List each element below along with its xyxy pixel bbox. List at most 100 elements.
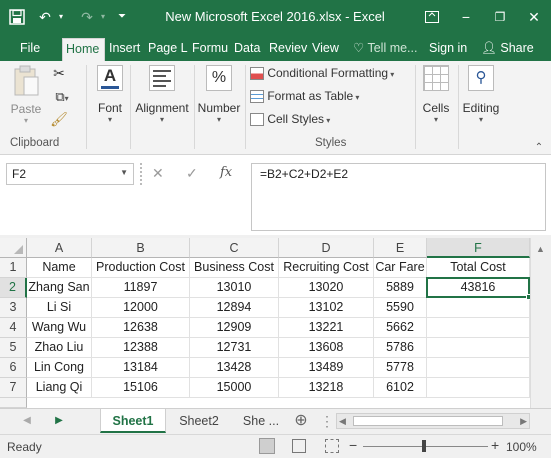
insert-function-icon[interactable]: fx: [220, 165, 232, 180]
column-header-f[interactable]: F: [427, 238, 530, 258]
tab-home[interactable]: Home: [62, 38, 105, 61]
cell-b5[interactable]: 12388: [92, 338, 190, 358]
share-button[interactable]: 👤︎ Share: [478, 38, 537, 61]
cell-e4[interactable]: 5662: [374, 318, 427, 338]
cell-f3[interactable]: [427, 298, 530, 318]
save-icon[interactable]: [6, 7, 28, 27]
formula-input[interactable]: =B2+C2+D2+E2: [251, 163, 546, 231]
close-icon[interactable]: ✕: [517, 0, 551, 36]
cells-button[interactable]: Cells ▾: [418, 65, 454, 135]
cell-d4[interactable]: 13221: [279, 318, 374, 338]
page-break-view-icon[interactable]: [325, 439, 339, 453]
sheet-tab-sheet3[interactable]: She ...: [232, 409, 290, 433]
select-all-corner[interactable]: [0, 238, 27, 258]
cell-b3[interactable]: 12000: [92, 298, 190, 318]
cell-a6[interactable]: Lin Cong: [27, 358, 92, 378]
tab-insert[interactable]: Insert: [106, 38, 143, 61]
cell-a3[interactable]: Li Si: [27, 298, 92, 318]
row-header-2[interactable]: 2: [0, 278, 27, 298]
cell-d6[interactable]: 13489: [279, 358, 374, 378]
row-header-5[interactable]: 5: [0, 338, 27, 358]
sheet-tab-sheet2[interactable]: Sheet2: [168, 409, 230, 433]
row-header-7[interactable]: 7: [0, 378, 27, 398]
chevron-down-icon[interactable]: ▼: [120, 168, 128, 177]
cell-b4[interactable]: 12638: [92, 318, 190, 338]
row-header-6[interactable]: 6: [0, 358, 27, 378]
ribbon-display-options-icon[interactable]: [415, 0, 449, 36]
cell-b2[interactable]: 11897: [92, 278, 190, 298]
format-painter-icon[interactable]: 🖌︎: [50, 111, 68, 129]
collapse-ribbon-icon[interactable]: ⌃: [532, 139, 546, 153]
cut-icon[interactable]: ✂: [50, 65, 68, 83]
splitter-handle[interactable]: [140, 163, 144, 185]
row-header-3[interactable]: 3: [0, 298, 27, 318]
cell-a4[interactable]: Wang Wu: [27, 318, 92, 338]
enter-icon[interactable]: ✓: [186, 165, 198, 182]
cell-c2[interactable]: 13010: [190, 278, 279, 298]
cell-f5[interactable]: [427, 338, 530, 358]
conditional-formatting-button[interactable]: Conditional Formatting ▾: [250, 66, 410, 85]
add-sheet-icon[interactable]: ⊕: [290, 409, 312, 433]
column-header-a[interactable]: A: [27, 238, 92, 258]
zoom-slider-thumb[interactable]: [422, 440, 426, 452]
tab-data[interactable]: Data: [231, 38, 263, 61]
scroll-thumb[interactable]: [353, 416, 503, 426]
copy-icon[interactable]: ⧉▾: [50, 89, 74, 107]
cell-d7[interactable]: 13218: [279, 378, 374, 398]
zoom-out-button[interactable]: −: [349, 437, 357, 453]
cell-b7[interactable]: 15106: [92, 378, 190, 398]
redo-icon[interactable]: ↷: [76, 7, 98, 27]
paste-button[interactable]: Paste ▾: [8, 65, 44, 129]
normal-view-icon[interactable]: [259, 438, 275, 454]
cell-d3[interactable]: 13102: [279, 298, 374, 318]
font-button[interactable]: A Font ▾: [93, 65, 127, 135]
cell-c1[interactable]: Business Cost: [190, 258, 279, 278]
alignment-button[interactable]: Alignment ▾: [132, 65, 192, 135]
scroll-up-icon[interactable]: ▲: [536, 244, 545, 254]
cell-e6[interactable]: 5778: [374, 358, 427, 378]
column-header-e[interactable]: E: [374, 238, 427, 258]
row-header-4[interactable]: 4: [0, 318, 27, 338]
cell-f2[interactable]: 43816: [427, 278, 530, 298]
cell-a2[interactable]: Zhang San: [27, 278, 92, 298]
cell-c5[interactable]: 12731: [190, 338, 279, 358]
column-header-d[interactable]: D: [279, 238, 374, 258]
worksheet-grid[interactable]: A B C D E F 1 Name Production Cost Business Cost R…: [0, 238, 551, 408]
undo-icon[interactable]: ↶: [34, 7, 56, 27]
zoom-level[interactable]: 100%: [506, 440, 537, 454]
cell-d5[interactable]: 13608: [279, 338, 374, 358]
page-layout-view-icon[interactable]: [292, 439, 306, 453]
tell-me-search[interactable]: ♡ Tell me...: [350, 38, 422, 61]
cell-f4[interactable]: [427, 318, 530, 338]
cancel-icon[interactable]: ✕: [152, 165, 164, 182]
tab-review[interactable]: Reviev: [266, 38, 308, 61]
cell-e2[interactable]: 5889: [374, 278, 427, 298]
cell-f6[interactable]: [427, 358, 530, 378]
row-header-partial[interactable]: [0, 398, 27, 408]
cell-f7[interactable]: [427, 378, 530, 398]
minimize-icon[interactable]: −: [449, 0, 483, 36]
number-button[interactable]: % Number ▾: [196, 65, 242, 135]
redo-dropdown-icon[interactable]: ▾: [98, 7, 108, 27]
tab-view[interactable]: View: [309, 38, 342, 61]
cell-styles-button[interactable]: Cell Styles ▾: [250, 112, 410, 131]
cell-a5[interactable]: Zhao Liu: [27, 338, 92, 358]
zoom-in-button[interactable]: +: [491, 437, 499, 453]
tab-file[interactable]: File: [17, 38, 43, 61]
sheet-tab-sheet1[interactable]: Sheet1: [100, 409, 166, 433]
horizontal-scrollbar[interactable]: ◀ ▶: [336, 413, 530, 429]
cell-c3[interactable]: 12894: [190, 298, 279, 318]
scroll-right-icon[interactable]: ▶: [520, 414, 527, 428]
cell-a1[interactable]: Name: [27, 258, 92, 278]
scroll-sheets-right-icon[interactable]: ▶: [50, 409, 68, 433]
cell-d1[interactable]: Recruiting Cost: [279, 258, 374, 278]
cell-e5[interactable]: 5786: [374, 338, 427, 358]
cell-b6[interactable]: 13184: [92, 358, 190, 378]
format-as-table-button[interactable]: Format as Table ▾: [250, 89, 410, 108]
column-header-c[interactable]: C: [190, 238, 279, 258]
cell-c6[interactable]: 13428: [190, 358, 279, 378]
restore-icon[interactable]: ❐: [483, 0, 517, 36]
tab-formulas[interactable]: Formu: [189, 38, 229, 61]
editing-button[interactable]: ⚲ Editing ▾: [460, 65, 502, 135]
cell-b1[interactable]: Production Cost: [92, 258, 190, 278]
